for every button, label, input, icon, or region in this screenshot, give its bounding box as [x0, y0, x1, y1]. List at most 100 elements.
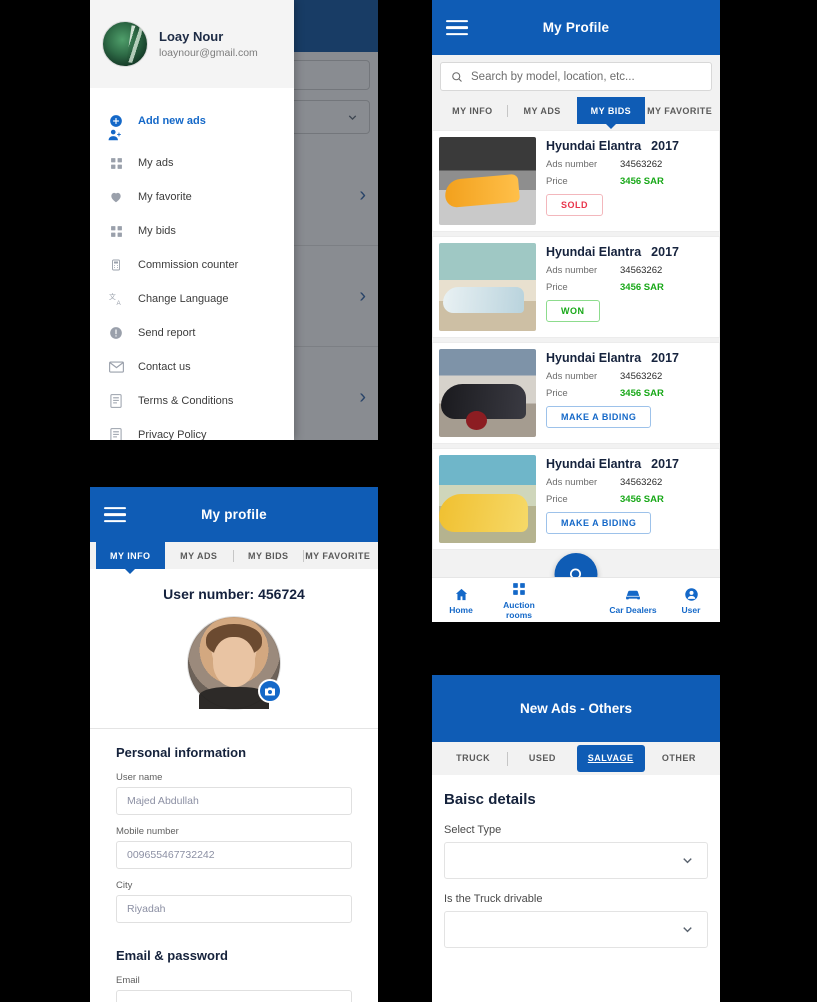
hamburger-icon[interactable] [104, 503, 126, 527]
truck-drivable-dropdown[interactable] [444, 911, 708, 948]
navigation-drawer: Loay Nour loaynour@gmail.com Add new ads [90, 0, 294, 440]
ads-number-label: Ads number [546, 477, 598, 488]
city-input[interactable]: Riyadah [116, 895, 352, 923]
bid-card[interactable]: Hyundai Elantra 2017 Ads number 34563262 … [432, 448, 720, 550]
new-ads-tab-bar: TRUCK USED SALVAGE OTHER [432, 742, 720, 775]
ads-number-value: 34563262 [620, 159, 663, 170]
nav-item-label: Car Dealers [609, 604, 657, 615]
menu-item-my-favorite[interactable]: My favorite [90, 180, 294, 214]
menu-item-commission-counter[interactable]: Commission counter [90, 248, 294, 282]
ads-number-value: 34563262 [620, 265, 663, 276]
car-thumbnail [439, 137, 536, 225]
bids-tab-bar: MY INFO MY ADS MY BIDS MY FAVORITE [432, 97, 720, 124]
menu-item-send-report[interactable]: Send report [90, 316, 294, 350]
section-title: Personal information [116, 745, 247, 760]
nav-item-auction-rooms[interactable]: Auction rooms [490, 581, 548, 620]
avatar [102, 21, 148, 67]
menu-item-label: Commission counter [138, 259, 239, 271]
make-a-biding-button[interactable]: MAKE A BIDING [546, 512, 652, 534]
camera-icon[interactable] [258, 679, 282, 703]
status-badge-won: WON [546, 300, 600, 322]
email-input[interactable] [116, 990, 352, 1002]
section-title: Email & password [116, 948, 228, 963]
bids-search-wrap: Search by model, location, etc... [432, 55, 720, 97]
new-ads-header-bar: New Ads - Others [432, 675, 720, 742]
page-title: My profile [201, 507, 267, 522]
price-value: 3456 SAR [620, 176, 664, 187]
car-year: 2017 [651, 245, 679, 259]
mobile-number-input[interactable]: 009655467732242 [116, 841, 352, 869]
avatar-face [212, 637, 256, 687]
menu-item-terms-conditions[interactable]: Terms & Conditions [90, 384, 294, 418]
tab-my-favorite[interactable]: MY FAVORITE [645, 97, 714, 124]
nav-item-home[interactable]: Home [432, 586, 490, 615]
bids-header-bar: My Profile [432, 0, 720, 55]
menu-item-privacy-policy[interactable]: Privacy Policy [90, 418, 294, 440]
menu-item-label: My ads [138, 157, 174, 169]
bid-card[interactable]: Hyundai Elantra 2017 Ads number 34563262 … [432, 130, 720, 232]
translate-icon: 文A [108, 291, 124, 307]
drawer-user-name: Loay Nour [159, 28, 224, 44]
car-year: 2017 [651, 351, 679, 365]
car-model: Hyundai Elantra [546, 245, 642, 259]
page-title: New Ads - Others [519, 701, 633, 716]
field-city: City Riyadah [116, 880, 352, 923]
new-ads-body: Baisc details Select Type Is the Truck d… [432, 775, 720, 948]
heart-icon [108, 189, 124, 205]
avatar-section [90, 602, 378, 728]
tab-used[interactable]: USED [508, 745, 576, 772]
hamburger-icon[interactable] [446, 16, 468, 40]
drawer-profile-header[interactable]: Loay Nour loaynour@gmail.com [90, 0, 294, 88]
tab-other[interactable]: OTHER [645, 745, 713, 772]
price-label: Price [546, 388, 568, 399]
my-bids-panel: My Profile Search by model, location, et… [432, 0, 720, 622]
field-email: Email [116, 975, 352, 1002]
tab-my-info[interactable]: MY INFO [438, 97, 507, 124]
ads-number-label: Ads number [546, 371, 598, 382]
tab-my-bids[interactable]: MY BIDS [576, 97, 646, 124]
make-a-biding-button[interactable]: MAKE A BIDING [546, 406, 652, 428]
avatar [187, 616, 282, 710]
bottom-navigation: Home Auction rooms Car Dealers User [432, 577, 720, 622]
menu-item-label: My bids [138, 225, 176, 237]
bid-card[interactable]: Hyundai Elantra 2017 Ads number 34563262 … [432, 236, 720, 338]
price-value: 3456 SAR [620, 282, 664, 293]
grid-icon [108, 155, 124, 171]
svg-text:文: 文 [109, 292, 116, 301]
tab-my-info[interactable]: MY INFO [96, 542, 165, 569]
user-name-input[interactable]: Majed Abdullah [116, 787, 352, 815]
car-thumbnail [439, 455, 536, 543]
car-thumbnail [439, 243, 536, 331]
nav-item-label: Auction rooms [503, 599, 535, 620]
select-type-dropdown[interactable] [444, 842, 708, 879]
personal-information-section: Personal information User name Majed Abd… [90, 729, 378, 923]
tab-my-ads[interactable]: MY ADS [508, 97, 577, 124]
ads-number-value: 34563262 [620, 371, 663, 382]
tab-truck[interactable]: TRUCK [439, 745, 507, 772]
ads-number-label: Ads number [546, 265, 598, 276]
status-badge-sold: SOLD [546, 194, 604, 216]
menu-item-label: Contact us [138, 361, 191, 373]
price-value: 3456 SAR [620, 494, 664, 505]
menu-item-my-bids[interactable]: My bids [90, 214, 294, 248]
car-year: 2017 [651, 457, 679, 471]
menu-item-change-language[interactable]: 文A Change Language [90, 282, 294, 316]
tab-my-ads[interactable]: MY ADS [165, 542, 234, 569]
tab-salvage[interactable]: SALVAGE [576, 745, 645, 772]
menu-item-my-ads[interactable]: My ads [90, 146, 294, 180]
tab-my-favorite[interactable]: MY FAVORITE [304, 542, 373, 569]
car-thumbnail [439, 349, 536, 437]
bid-card[interactable]: Hyundai Elantra 2017 Ads number 34563262 … [432, 342, 720, 444]
person-add-icon[interactable] [90, 128, 294, 144]
chevron-down-icon [683, 858, 692, 864]
car-model: Hyundai Elantra [546, 351, 642, 365]
tab-my-bids[interactable]: MY BIDS [234, 542, 303, 569]
nav-item-car-dealers[interactable]: Car Dealers [604, 586, 662, 615]
menu-item-contact-us[interactable]: Contact us [90, 350, 294, 384]
menu-item-label: My favorite [138, 191, 192, 203]
search-input[interactable]: Search by model, location, etc... [440, 62, 712, 91]
nav-item-user[interactable]: User [662, 586, 720, 615]
new-ads-panel: New Ads - Others TRUCK USED SALVAGE OTHE… [432, 675, 720, 1002]
section-title: Baisc details [444, 791, 536, 808]
field-mobile-number: Mobile number 009655467732242 [116, 826, 352, 869]
